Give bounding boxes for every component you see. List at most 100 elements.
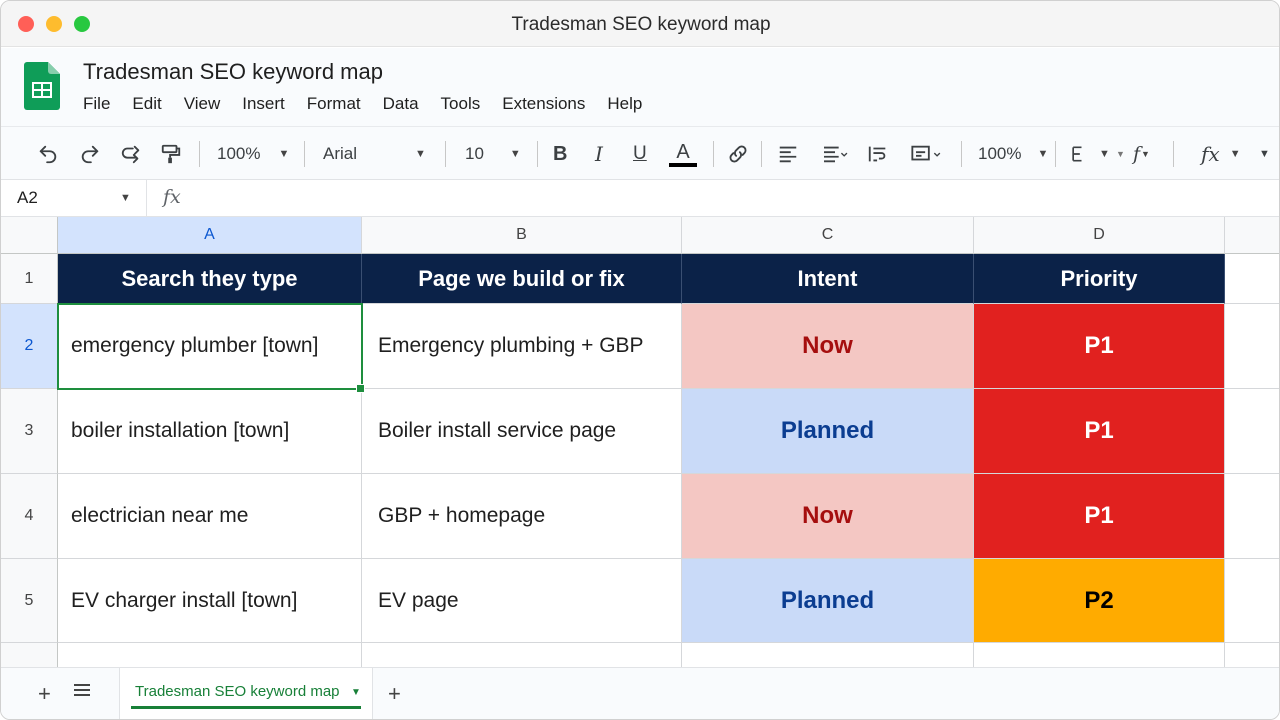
priority-cell-p1[interactable]: P1 bbox=[974, 389, 1225, 474]
menu-tools[interactable]: Tools bbox=[441, 94, 481, 114]
toolbar-divider bbox=[304, 141, 305, 167]
toolbar-divider bbox=[445, 141, 446, 167]
menu-help[interactable]: Help bbox=[607, 94, 642, 114]
sheet-tab-active[interactable]: Tradesman SEO keyword map ▼ bbox=[119, 668, 373, 719]
menu-file[interactable]: File bbox=[83, 94, 110, 114]
row-header-2[interactable]: 2 bbox=[1, 304, 58, 389]
header-cell-intent[interactable]: Intent bbox=[682, 254, 974, 304]
table-cell[interactable] bbox=[1225, 559, 1279, 643]
chevron-down-icon: ▼ bbox=[1229, 148, 1241, 160]
chevron-down-icon: ▼ bbox=[1037, 148, 1049, 160]
undo-icon[interactable] bbox=[37, 127, 59, 181]
align-left-icon[interactable] bbox=[777, 127, 799, 181]
header-cell-page[interactable]: Page we build or fix bbox=[362, 254, 682, 304]
column-header-a[interactable]: A bbox=[58, 217, 362, 254]
italic-icon[interactable]: I bbox=[595, 127, 603, 181]
fx-icon: fx bbox=[163, 186, 181, 208]
bold-icon[interactable]: B bbox=[553, 127, 567, 181]
menu-data[interactable]: Data bbox=[383, 94, 419, 114]
toolbar-divider bbox=[713, 141, 714, 167]
header-cell-search[interactable]: Search they type bbox=[58, 254, 362, 304]
menu-insert[interactable]: Insert bbox=[242, 94, 285, 114]
menu-edit[interactable]: Edit bbox=[132, 94, 161, 114]
horizontal-align-icon[interactable] bbox=[821, 127, 849, 181]
toolbar-divider bbox=[1173, 141, 1174, 167]
sheets-logo-icon[interactable] bbox=[24, 62, 60, 110]
paint-format-icon[interactable] bbox=[160, 127, 182, 181]
table-cell-page[interactable]: EV page bbox=[362, 559, 682, 643]
table-cell[interactable] bbox=[1225, 474, 1279, 559]
toolbar-divider bbox=[537, 141, 538, 167]
toolbar-divider bbox=[961, 141, 962, 167]
chevron-down-icon: ▼ bbox=[1099, 148, 1110, 160]
table-cell[interactable] bbox=[682, 643, 974, 667]
chevron-down-icon[interactable]: ▼ bbox=[120, 192, 131, 204]
row-header-3[interactable]: 3 bbox=[1, 389, 58, 474]
zoom-select-2[interactable]: 100% ▼ bbox=[978, 127, 1048, 181]
intent-cell-planned[interactable]: Planned bbox=[682, 559, 974, 643]
borders-icon[interactable]: ▼ bbox=[1069, 127, 1110, 181]
column-header-e[interactable] bbox=[1225, 217, 1279, 254]
link-icon[interactable] bbox=[727, 127, 749, 181]
table-cell-search[interactable]: electrician near me bbox=[58, 474, 362, 559]
chevron-down-icon[interactable]: ▼ bbox=[1259, 127, 1270, 181]
table-cell[interactable] bbox=[362, 643, 682, 667]
row-header-5[interactable]: 5 bbox=[1, 559, 58, 643]
vertical-align-icon[interactable] bbox=[909, 127, 945, 181]
table-cell[interactable] bbox=[58, 643, 362, 667]
add-sheet-icon[interactable]: + bbox=[38, 681, 51, 707]
function-menu-icon[interactable]: fx ▼ bbox=[1201, 127, 1241, 181]
print-icon[interactable] bbox=[120, 127, 142, 181]
table-cell[interactable] bbox=[1225, 254, 1279, 304]
toolbar-divider bbox=[761, 141, 762, 167]
more-icon[interactable]: ▼ bbox=[1116, 127, 1125, 181]
priority-cell-p1[interactable]: P1 bbox=[974, 474, 1225, 559]
column-header-b[interactable]: B bbox=[362, 217, 682, 254]
chevron-down-icon: ▼ bbox=[415, 148, 426, 160]
row-header-1[interactable]: 1 bbox=[1, 254, 58, 304]
table-cell[interactable] bbox=[974, 643, 1225, 667]
function-icon[interactable]: f ▼ bbox=[1133, 127, 1150, 181]
all-sheets-icon[interactable] bbox=[73, 679, 91, 707]
document-title[interactable]: Tradesman SEO keyword map bbox=[83, 59, 383, 85]
underline-icon[interactable]: U bbox=[633, 127, 647, 181]
menu-format[interactable]: Format bbox=[307, 94, 361, 114]
intent-cell-now[interactable]: Now bbox=[682, 304, 974, 389]
active-tab-indicator bbox=[131, 706, 361, 709]
table-cell-search[interactable]: EV charger install [town] bbox=[58, 559, 362, 643]
intent-cell-now[interactable]: Now bbox=[682, 474, 974, 559]
priority-cell-p2[interactable]: P2 bbox=[974, 559, 1225, 643]
column-header-c[interactable]: C bbox=[682, 217, 974, 254]
font-value: Arial bbox=[323, 144, 358, 163]
row-header-6[interactable] bbox=[1, 643, 58, 667]
menu-extensions[interactable]: Extensions bbox=[502, 94, 585, 114]
fill-handle[interactable] bbox=[356, 384, 365, 393]
chevron-down-icon[interactable]: ▼ bbox=[351, 687, 361, 698]
select-all-corner[interactable] bbox=[1, 217, 58, 254]
priority-cell-p1[interactable]: P1 bbox=[974, 304, 1225, 389]
redo-icon[interactable] bbox=[79, 127, 101, 181]
table-cell-search[interactable]: emergency plumber [town] bbox=[58, 304, 362, 389]
font-select[interactable]: Arial ▼ bbox=[323, 127, 426, 181]
text-wrap-icon[interactable] bbox=[867, 127, 889, 181]
add-sheet-icon[interactable]: + bbox=[388, 681, 401, 707]
text-color-icon[interactable]: A bbox=[669, 127, 697, 181]
column-header-d[interactable]: D bbox=[974, 217, 1225, 254]
header-cell-priority[interactable]: Priority bbox=[974, 254, 1225, 304]
zoom-select[interactable]: 100% ▼ bbox=[217, 127, 289, 181]
font-size-select[interactable]: 10 ▼ bbox=[465, 127, 521, 181]
table-cell-page[interactable]: GBP + homepage bbox=[362, 474, 682, 559]
formula-bar: A2 ▼ fx bbox=[1, 180, 1279, 217]
intent-cell-planned[interactable]: Planned bbox=[682, 389, 974, 474]
table-cell-page[interactable]: Boiler install service page bbox=[362, 389, 682, 474]
table-cell-search[interactable]: boiler installation [town] bbox=[58, 389, 362, 474]
name-box[interactable]: A2 bbox=[17, 188, 38, 208]
chevron-down-icon: ▼ bbox=[509, 148, 521, 160]
menu-view[interactable]: View bbox=[184, 94, 221, 114]
menu-bar: File Edit View Insert Format Data Tools … bbox=[83, 94, 664, 114]
table-cell[interactable] bbox=[1225, 389, 1279, 474]
row-header-4[interactable]: 4 bbox=[1, 474, 58, 559]
zoom-value-2: 100% bbox=[978, 144, 1022, 163]
table-cell[interactable] bbox=[1225, 304, 1279, 389]
table-cell-page[interactable]: Emergency plumbing + GBP bbox=[362, 304, 682, 389]
